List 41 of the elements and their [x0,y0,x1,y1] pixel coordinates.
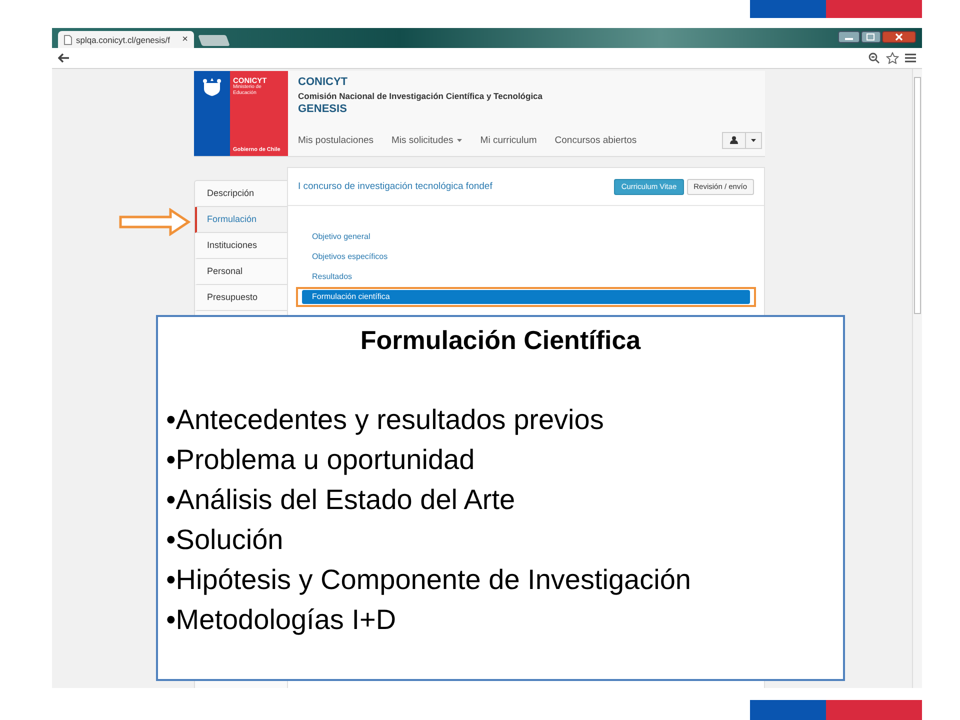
site-subtitle: Comisión Nacional de Investigación Científica y Tecnológica [298,90,544,102]
app-name: GENESIS [298,102,348,117]
tab-title: splqa.conicyt.cl/genesis/f [76,34,172,44]
sidebar-tab[interactable]: Formulación [195,207,287,233]
back-arrow-icon[interactable] [58,53,70,63]
outline-arrow-icon [119,208,191,236]
zoom-icon[interactable] [868,52,880,64]
caret-icon [751,138,756,142]
bullet-item: •Análisis del Estado del Arte [166,483,516,517]
user-icon [730,136,738,144]
scrollbar-thumb[interactable] [914,77,921,314]
panel-title: I concurso de investigación tecnológica fondef [298,181,492,192]
menu-icon[interactable] [905,53,916,63]
bullet-item: •Antecedentes y resultados previos [166,403,605,437]
bullet-item: •Metodologías I+D [166,603,398,637]
section-link[interactable]: Objetivo general [302,230,750,244]
section-link[interactable]: Resultados [302,270,750,284]
dropdown-button[interactable] [746,132,762,148]
site-title: CONICYT [298,75,348,90]
close-button[interactable]: × [182,34,188,45]
maximize-icon[interactable] [861,31,881,43]
bullet-item: •Problema u oportunidad [166,443,476,477]
minimize-icon[interactable] [838,31,860,43]
nav-link[interactable]: Concursos abiertos [554,134,637,146]
section-link[interactable]: Formulación científica [302,290,750,304]
user-menu-button[interactable] [722,132,746,148]
nav-link[interactable]: Mis postulaciones [298,134,374,146]
coat-of-arms-icon [201,77,223,97]
section-link[interactable]: Objetivos específicos [302,250,750,264]
browser-tab[interactable]: splqa.conicyt.cl/genesis/f × [58,31,194,48]
bullet-item: •Hipótesis y Componente de Investigación [166,563,692,597]
scrollbar[interactable] [912,69,922,688]
bullet-item: •Solución [166,523,284,557]
page-icon [64,34,72,44]
close-icon[interactable] [882,31,916,43]
nav-link[interactable]: Mi curriculum [480,134,537,146]
star-icon[interactable] [886,52,899,64]
new-tab-button[interactable] [198,35,230,46]
callout-title: Formulación Científica [359,325,642,356]
nav-link[interactable]: Mis solicitudes [392,134,462,146]
caret-icon [457,138,462,142]
